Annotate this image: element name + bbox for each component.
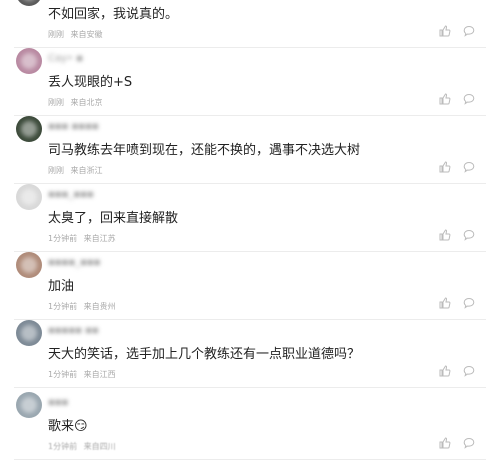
comment-bubble-icon [463,365,475,377]
avatar[interactable] [16,0,42,6]
like-button[interactable] [438,364,452,378]
like-button[interactable] [438,160,452,174]
reply-button[interactable] [462,160,476,174]
comment-location: 来自贵州 [83,302,116,311]
reply-button[interactable] [462,228,476,242]
comment-time: 1分钟前 [48,234,78,243]
comment-time: 刚刚 [48,30,64,39]
thumbs-up-icon [439,25,451,37]
reply-button[interactable] [462,92,476,106]
comment-text: 天大的笑话，选手加上几个教练还有一点职业道德吗？ [48,347,361,362]
comment-text: 歌来😏 [48,419,88,434]
thumbs-up-icon [439,229,451,241]
comment-text: 不如回家，我说真的。 [48,7,179,22]
comment-item: ▪▪▪▪_▪▪▪ 加油 1分钟前 来自贵州 [0,252,500,320]
comment-meta: 1分钟前 来自江苏 [48,233,116,244]
username[interactable]: ▪▪▪▪_▪▪▪ [48,257,100,270]
comment-time: 1分钟前 [48,442,78,451]
avatar[interactable] [16,48,42,74]
reply-button[interactable] [462,24,476,38]
comment-bubble-icon [463,161,475,173]
username[interactable]: ▪▪▪ ▪▪▪▪ [48,121,99,134]
comment-location: 来自江苏 [83,234,116,243]
avatar[interactable] [16,116,42,142]
comment-item: ▪▪▪▪▪ ▪▪ 天大的笑话，选手加上几个教练还有一点职业道德吗？ 1分钟前 来… [0,320,500,388]
like-button[interactable] [438,92,452,106]
comment-location: 来自江西 [83,370,116,379]
comment-meta: 刚刚 来自安徽 [48,29,103,40]
comment-bubble-icon [463,437,475,449]
comment-location: 来自浙江 [70,166,103,175]
comment-bubble-icon [463,93,475,105]
comment-bubble-icon [463,229,475,241]
comment-bubble-icon [463,297,475,309]
comment-meta: 刚刚 来自北京 [48,97,103,108]
reply-button[interactable] [462,296,476,310]
comment-meta: 1分钟前 来自江西 [48,369,116,380]
comment-meta: 刚刚 来自浙江 [48,165,103,176]
like-button[interactable] [438,296,452,310]
comment-item: ▪▪▪_▪▪▪ 太臭了，回来直接解散 1分钟前 来自江苏 [0,184,500,252]
comment-time: 1分钟前 [48,370,78,379]
thumbs-up-icon [439,365,451,377]
avatar[interactable] [16,320,42,346]
comment-bubble-icon [463,25,475,37]
username[interactable]: ▪▪▪ [48,397,68,410]
comment-item: ████ 不如回家，我说真的。 刚刚 来自安徽 [0,0,500,48]
username[interactable]: ▪▪▪▪▪ ▪▪ [48,325,99,338]
comment-meta: 1分钟前 来自四川 [48,441,116,452]
comment-item: ▪▪▪ 歌来😏 1分钟前 来自四川 [0,392,500,460]
username[interactable]: Cay• ▪ [48,53,83,66]
comment-time: 刚刚 [48,166,64,175]
comment-text: 丢人现眼的+S [48,75,133,90]
avatar[interactable] [16,252,42,278]
thumbs-up-icon [439,93,451,105]
reply-button[interactable] [462,364,476,378]
comment-location: 来自北京 [70,98,103,107]
avatar[interactable] [16,184,42,210]
reply-button[interactable] [462,436,476,450]
comment-location: 来自四川 [83,442,116,451]
thumbs-up-icon [439,437,451,449]
username[interactable]: ▪▪▪_▪▪▪ [48,189,94,202]
comment-text: 太臭了，回来直接解散 [48,211,179,226]
like-button[interactable] [438,436,452,450]
thumbs-up-icon [439,297,451,309]
comment-meta: 1分钟前 来自贵州 [48,301,116,312]
like-button[interactable] [438,228,452,242]
comment-time: 1分钟前 [48,302,78,311]
comment-item: ▪▪▪ ▪▪▪▪ 司马教练去年喷到现在，还能不换的，遇事不决选大树 刚刚 来自浙… [0,116,500,184]
avatar[interactable] [16,392,42,418]
comment-location: 来自安徽 [70,30,103,39]
like-button[interactable] [438,24,452,38]
comment-text: 司马教练去年喷到现在，还能不换的，遇事不决选大树 [48,143,361,158]
comment-time: 刚刚 [48,98,64,107]
thumbs-up-icon [439,161,451,173]
comment-item: Cay• ▪ 丢人现眼的+S 刚刚 来自北京 [0,48,500,116]
comment-text: 加油 [48,279,75,294]
